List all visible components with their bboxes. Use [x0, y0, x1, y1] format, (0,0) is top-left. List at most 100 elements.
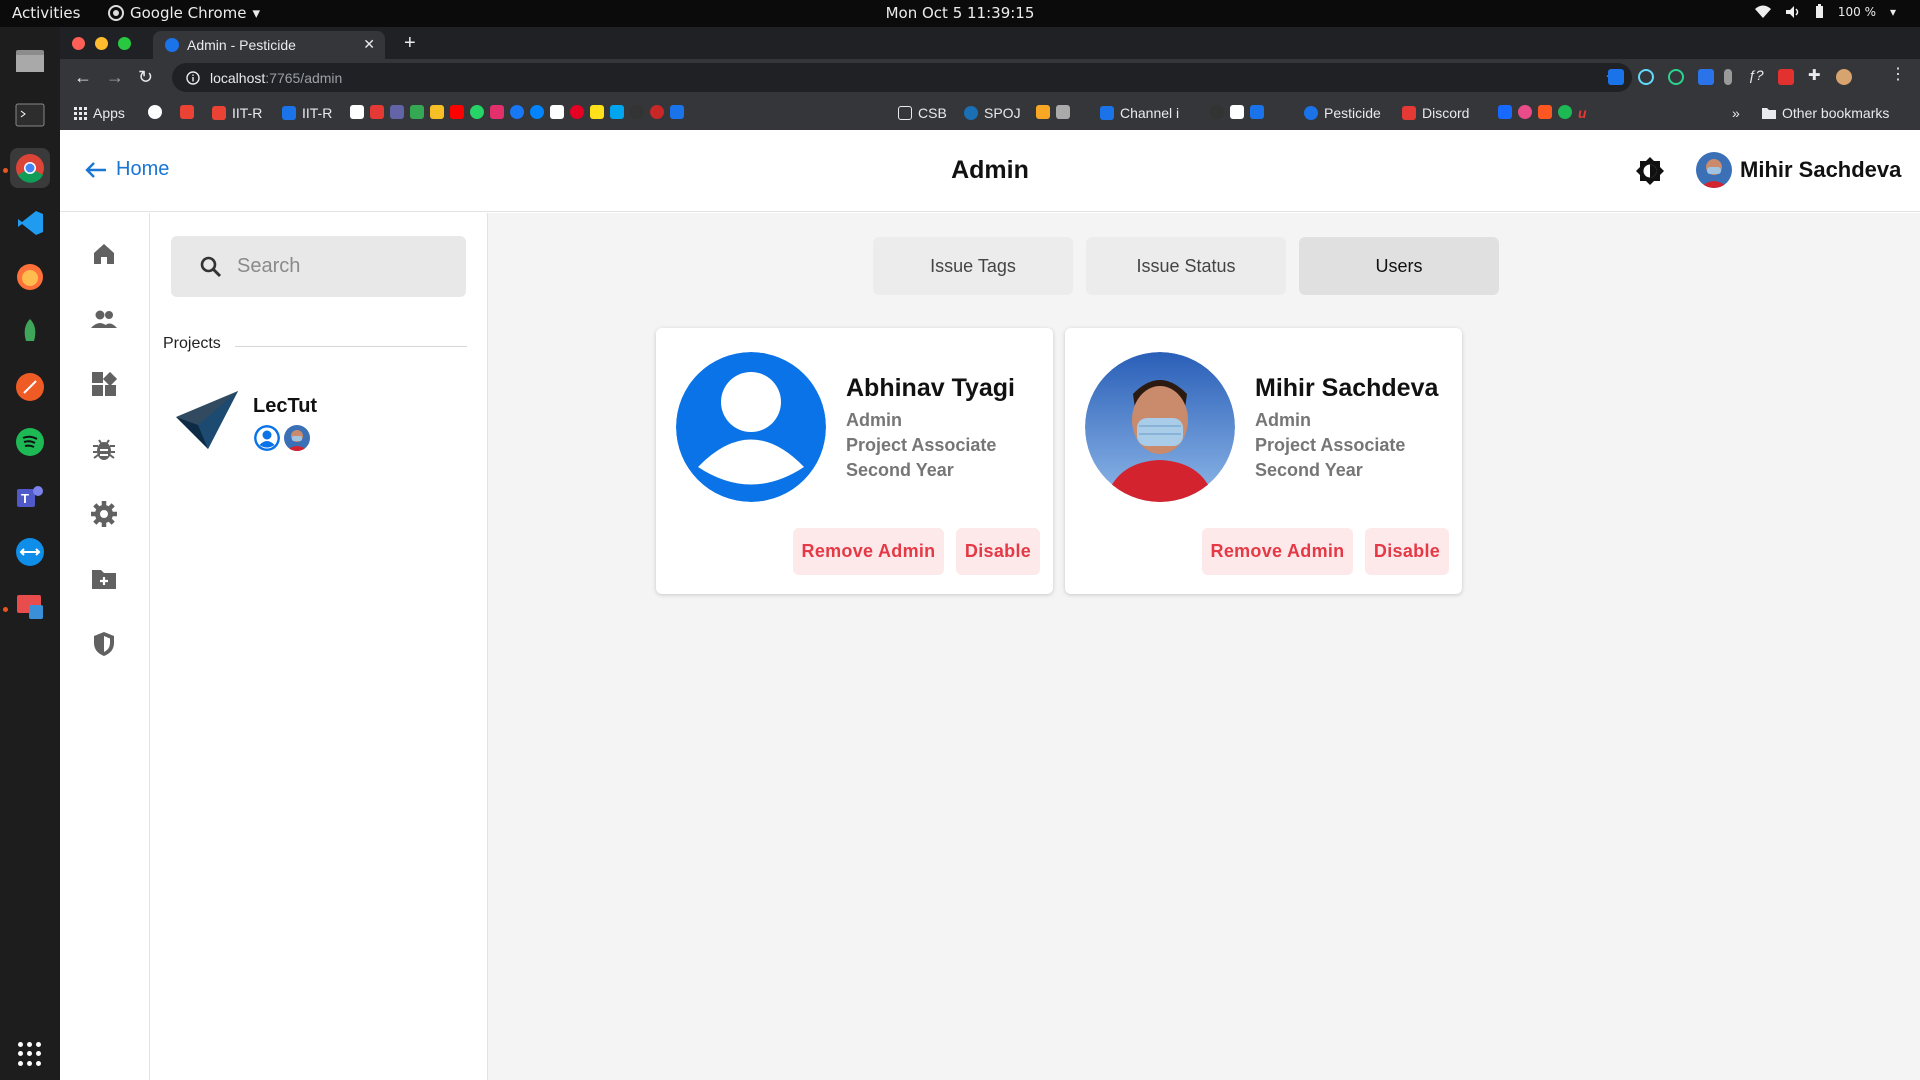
dribbble-icon [1518, 105, 1532, 119]
bookmark-csb[interactable]: CSB [898, 105, 947, 121]
tab-issue-status[interactable]: Issue Status [1086, 237, 1286, 295]
extension-icon[interactable] [1698, 69, 1714, 85]
battery-icon [1815, 4, 1823, 18]
extensions-puzzle-icon[interactable]: ✚ [1808, 66, 1824, 84]
bookmark-misc[interactable] [350, 105, 684, 119]
bug-icon[interactable] [90, 435, 118, 463]
user-role: Admin [846, 410, 902, 430]
github-icon [630, 105, 644, 119]
minimize-window-button[interactable] [95, 37, 108, 50]
show-applications-icon[interactable] [18, 1042, 42, 1066]
chrome-icon[interactable] [10, 148, 50, 188]
user-year: Second Year [846, 460, 954, 480]
new-tab-button[interactable]: + [404, 32, 416, 55]
disable-button[interactable]: Disable [956, 528, 1040, 575]
bookmark-label: CSB [918, 105, 947, 121]
terminal-icon[interactable] [10, 95, 50, 135]
honey-icon[interactable] [1778, 69, 1794, 85]
bookmark-discord[interactable]: Discord [1402, 105, 1469, 121]
home-icon[interactable] [90, 240, 118, 268]
font-icon[interactable]: ƒ? [1748, 67, 1764, 83]
grammarly-icon[interactable] [1668, 69, 1684, 85]
bookmark-label: Pesticide [1324, 105, 1381, 121]
bookmark-pesticide[interactable]: Pesticide [1304, 105, 1381, 121]
bookmark-iitr-mail[interactable]: IIT-R [212, 105, 262, 121]
teams-icon[interactable]: T [10, 477, 50, 517]
folder-icon [1762, 108, 1776, 119]
profile-avatar-icon[interactable] [1836, 69, 1852, 85]
messenger-icon [530, 105, 544, 119]
teamviewer-icon[interactable] [10, 532, 50, 572]
system-tray[interactable]: 100 % ▾ [1754, 4, 1896, 19]
extension-icon [670, 105, 684, 119]
project-item[interactable]: LecTut [174, 383, 454, 455]
bookmarks-overflow-button[interactable]: » [1732, 105, 1740, 121]
search-box[interactable] [171, 236, 466, 297]
user-role: Admin [1255, 410, 1311, 430]
user-menu[interactable]: Mihir Sachdeva [1696, 152, 1901, 188]
maximize-window-button[interactable] [118, 37, 131, 50]
tab-issue-tags[interactable]: Issue Tags [873, 237, 1073, 295]
web-page: Home Admin Mihir Sachdeva Projects [60, 130, 1920, 1080]
bookmark-channel[interactable]: Channel i [1100, 105, 1179, 121]
bookmarks-bar: Apps IIT-R IIT-R CSB SPOJ Channel i Pest… [60, 96, 1920, 130]
address-bar[interactable]: localhost:7765/admin ☆ [172, 63, 1632, 92]
firefox-icon[interactable] [10, 257, 50, 297]
user-name: Abhinav Tyagi [846, 374, 1016, 402]
screenshot-icon[interactable] [10, 587, 50, 627]
postman-icon[interactable] [10, 367, 50, 407]
extension-icon[interactable] [1608, 69, 1624, 85]
pesticide-favicon-icon [165, 38, 179, 52]
bookmark-label: IIT-R [232, 105, 263, 121]
bookmark-apps[interactable]: Apps [74, 105, 125, 121]
bookmark-gmail[interactable] [180, 105, 194, 119]
bookmark-label: Other bookmarks [1782, 105, 1890, 121]
tab-users[interactable]: Users [1299, 237, 1499, 295]
react-devtools-icon[interactable] [1638, 69, 1654, 85]
bookmark-spoj[interactable]: SPOJ [964, 105, 1021, 121]
apps-grid-icon [74, 106, 87, 120]
flaticon-icon [1250, 105, 1264, 119]
bookmark-google[interactable] [148, 105, 162, 119]
back-button[interactable]: ← [74, 67, 92, 88]
theme-toggle-icon[interactable] [1635, 156, 1665, 186]
discord-icon [1402, 106, 1416, 120]
browser-tab[interactable]: Admin - Pesticide ✕ [153, 31, 385, 59]
reload-button[interactable]: ↻ [138, 67, 153, 88]
extension-icon[interactable] [1724, 69, 1732, 85]
disable-button[interactable]: Disable [1365, 528, 1449, 575]
microsoft-icon [610, 105, 624, 119]
dashboard-icon[interactable] [90, 370, 118, 398]
chart-icon [1036, 105, 1050, 119]
close-tab-icon[interactable]: ✕ [363, 36, 375, 53]
people-icon[interactable] [90, 305, 118, 333]
chrome-menu-icon[interactable]: ⋮ [1890, 64, 1906, 83]
other-bookmarks[interactable]: Other bookmarks [1762, 105, 1889, 121]
dev-icon [1230, 105, 1244, 119]
files-icon[interactable] [10, 40, 50, 80]
vscode-icon[interactable] [10, 203, 50, 243]
bookmark-misc-4[interactable]: u [1498, 105, 1587, 121]
search-icon [200, 256, 222, 277]
forward-button[interactable]: → [106, 67, 124, 88]
member-avatar [254, 425, 280, 451]
remove-admin-button[interactable]: Remove Admin [1202, 528, 1353, 575]
pinterest-icon [570, 105, 584, 119]
flipkart-icon [590, 105, 604, 119]
user-name: Mihir Sachdeva [1740, 157, 1902, 182]
spotify-icon[interactable] [10, 422, 50, 462]
browser-toolbar: ← → ↻ localhost:7765/admin ☆ ƒ? ✚ ⋮ [60, 59, 1920, 96]
rocket-icon[interactable] [10, 312, 50, 352]
clock[interactable]: Mon Oct 5 11:39:15 [0, 4, 1920, 22]
bookmark-misc-3[interactable] [1210, 105, 1264, 119]
svg-text:T: T [21, 491, 29, 506]
close-window-button[interactable] [72, 37, 85, 50]
bookmark-iitr-calendar[interactable]: IIT-R [282, 105, 332, 121]
bookmark-misc-2[interactable] [1036, 105, 1070, 119]
settings-icon[interactable] [90, 500, 118, 528]
new-folder-icon[interactable] [90, 565, 118, 593]
drive-icon [410, 105, 424, 119]
remove-admin-button[interactable]: Remove Admin [793, 528, 944, 575]
shield-icon[interactable] [90, 630, 118, 658]
search-input[interactable] [237, 255, 437, 278]
